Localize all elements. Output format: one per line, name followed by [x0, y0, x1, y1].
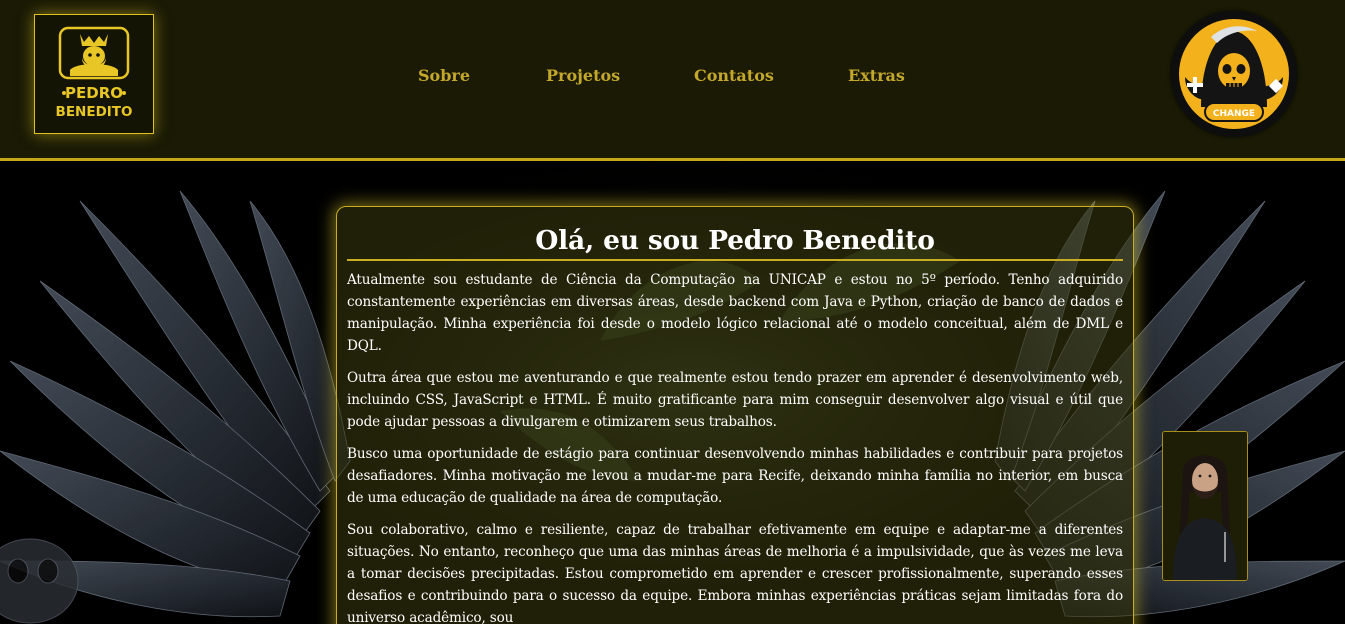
nav-link-extras[interactable]: Extras	[848, 66, 905, 85]
svg-text:CHANGE: CHANGE	[1213, 109, 1255, 119]
about-paragraph-1: Atualmente sou estudante de Ciência da C…	[347, 272, 1123, 354]
about-paragraph-4: Sou colaborativo, calmo e resiliente, ca…	[347, 522, 1123, 624]
site-header: PEDRO BENEDITO Sobre Projetos Contatos E…	[0, 0, 1345, 161]
page: PEDRO BENEDITO Sobre Projetos Contatos E…	[0, 0, 1345, 624]
about-paragraph-2: Outra área que estou me aventurando e qu…	[347, 370, 1123, 430]
profile-photo	[1162, 431, 1248, 581]
person-portrait-icon	[1163, 432, 1247, 580]
nav-link-projetos[interactable]: Projetos	[546, 66, 620, 85]
nav-link-sobre[interactable]: Sobre	[418, 66, 470, 85]
about-card: Olá, eu sou Pedro Benedito Atualmente so…	[336, 206, 1134, 624]
main-nav: Sobre Projetos Contatos Extras	[0, 66, 1345, 90]
about-text: Atualmente sou estudante de Ciência da C…	[347, 269, 1123, 624]
grim-reaper-gamer-icon: CHANGE	[1174, 14, 1294, 134]
svg-text:BENEDITO: BENEDITO	[56, 104, 132, 120]
theme-change-button[interactable]: CHANGE	[1171, 11, 1297, 137]
about-paragraph-3: Busco uma oportunidade de estágio para c…	[347, 446, 1123, 506]
nav-link-contatos[interactable]: Contatos	[694, 66, 774, 85]
page-title: Olá, eu sou Pedro Benedito	[347, 225, 1123, 261]
